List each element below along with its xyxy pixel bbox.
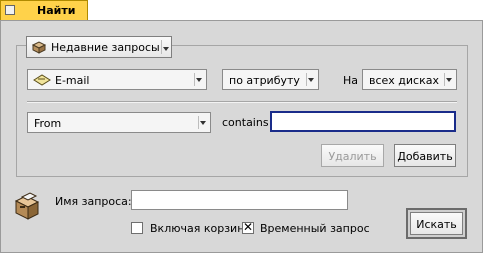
attribute-value-input[interactable]: [270, 111, 456, 132]
envelope-icon: [33, 74, 51, 86]
window-tab[interactable]: Найти: [0, 0, 88, 20]
match-mode-value: по атрибуту: [229, 74, 300, 87]
dropdown-separator: [198, 116, 199, 129]
operator-label: contains: [222, 116, 269, 129]
file-cabinet-icon: [14, 192, 40, 220]
recent-queries-button[interactable]: Недавние запросы: [26, 36, 172, 58]
include-trash-checkbox[interactable]: [131, 222, 143, 234]
type-dropdown-value: E-mail: [55, 74, 90, 87]
close-box-icon[interactable]: [5, 5, 15, 15]
query-name-input[interactable]: [131, 190, 348, 210]
chevron-down-icon: [308, 78, 314, 82]
checkmark-icon: ✕: [243, 220, 254, 234]
volume-value: всех дисках: [369, 74, 440, 87]
dropdown-separator: [306, 73, 307, 86]
chevron-down-icon: [163, 47, 169, 51]
dropdown-separator: [194, 73, 195, 86]
recent-queries-label: Недавние запросы: [51, 41, 160, 54]
window-title: Найти: [37, 4, 76, 17]
search-button[interactable]: Искать: [410, 212, 463, 235]
chevron-down-icon: [196, 78, 202, 82]
menu-separator: [161, 40, 162, 54]
attribute-value: From: [34, 117, 62, 130]
temporary-query-label[interactable]: Временный запрос: [260, 222, 370, 235]
volume-label: На: [343, 74, 359, 87]
divider: [27, 101, 457, 103]
volume-dropdown[interactable]: всех дисках: [362, 69, 457, 90]
remove-button[interactable]: Удалить: [321, 144, 384, 167]
type-dropdown[interactable]: E-mail: [27, 69, 207, 90]
chevron-down-icon: [200, 121, 206, 125]
remove-button-label: Удалить: [328, 150, 377, 163]
add-button-label: Добавить: [397, 150, 453, 163]
temporary-query-checkbox[interactable]: ✕: [242, 220, 254, 234]
dropdown-separator: [444, 73, 445, 86]
package-icon: [31, 41, 47, 54]
add-button[interactable]: Добавить: [394, 144, 456, 167]
query-name-label: Имя запроса:: [55, 195, 132, 208]
chevron-down-icon: [446, 78, 452, 82]
attribute-dropdown[interactable]: From: [27, 112, 211, 133]
search-button-label: Искать: [416, 218, 457, 231]
include-trash-label[interactable]: Включая корзину: [150, 222, 251, 235]
match-mode-dropdown[interactable]: по атрибуту: [222, 69, 319, 90]
